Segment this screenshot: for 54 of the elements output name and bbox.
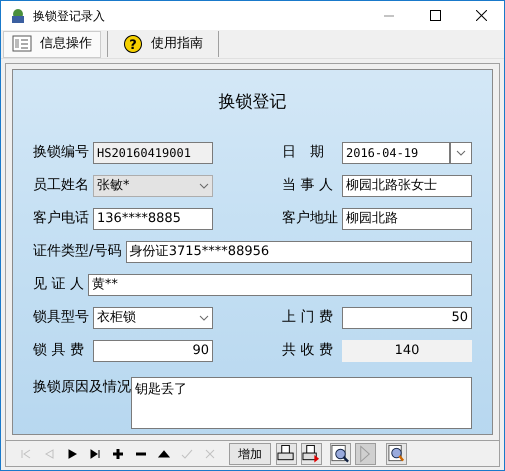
text-field[interactable]: 身份证3715****88956 <box>126 240 472 262</box>
field-label: 客户地址 <box>282 209 339 228</box>
number-field[interactable]: 90 <box>93 340 213 362</box>
add-button[interactable]: 增加 <box>229 442 271 464</box>
caret-icon <box>456 148 466 158</box>
search-icon <box>387 444 406 464</box>
memo-field[interactable]: 钥匙丢了 <box>131 377 472 429</box>
checkmark-icon <box>180 448 192 460</box>
printer-icon <box>302 444 321 464</box>
form-title: 换锁登记 <box>218 91 286 114</box>
toolbar-button[interactable]: 信息操作 <box>3 30 101 58</box>
text-field[interactable]: HS20160419001 <box>93 142 213 164</box>
field-label: 换锁编号 <box>33 143 90 162</box>
triangle-up-icon <box>158 448 170 460</box>
field-label: 员工姓名 <box>33 176 90 195</box>
field-label: 共 收 费 <box>282 341 334 360</box>
date-dropdown-button[interactable] <box>450 142 472 164</box>
magnifier-button[interactable] <box>330 442 351 464</box>
window-title: 换锁登记录入 <box>33 8 105 24</box>
help-icon: ? <box>123 34 143 54</box>
app-icon <box>9 6 27 24</box>
field-label: 证件类型/号码 <box>33 242 122 261</box>
text-field[interactable]: 黄** <box>88 274 472 296</box>
next-icon <box>66 448 78 460</box>
maximize-icon <box>430 10 440 21</box>
field-label: 日 期 <box>282 143 325 162</box>
date-field[interactable]: 2016-04-19 <box>342 142 450 164</box>
close-icon <box>476 10 486 21</box>
caret-icon <box>199 312 209 322</box>
search-button[interactable] <box>386 442 407 464</box>
field-label: 锁 具 费 <box>33 341 85 360</box>
dropdown[interactable]: 衣柜锁 <box>93 306 213 328</box>
total-field: 140 <box>342 340 472 362</box>
last-record-icon <box>88 448 100 460</box>
printer-button[interactable] <box>301 442 322 464</box>
field-label: 见 证 人 <box>33 275 84 294</box>
text-field[interactable]: 柳园北路张女士 <box>342 174 472 196</box>
field-label: 换锁原因及情况 <box>33 378 131 397</box>
plus-icon <box>112 448 124 460</box>
magnifier-icon <box>331 444 350 464</box>
previous-icon <box>42 448 54 460</box>
toolbar-button[interactable]: ? 使用指南 <box>114 30 212 58</box>
first-record-icon <box>20 448 32 460</box>
text-field[interactable]: 136****8885 <box>93 208 213 230</box>
text-field[interactable]: 柳园北路 <box>342 208 472 230</box>
field-label: 锁具型号 <box>33 308 90 327</box>
number-field[interactable]: 50 <box>342 306 472 328</box>
field-label: 客户电话 <box>33 209 90 228</box>
form-icon <box>12 34 32 54</box>
printer-button[interactable] <box>276 442 297 464</box>
caret-icon <box>199 180 209 190</box>
field-label: 上 门 费 <box>282 308 334 327</box>
field-label: 当 事 人 <box>282 176 334 195</box>
cross-icon <box>204 448 216 460</box>
